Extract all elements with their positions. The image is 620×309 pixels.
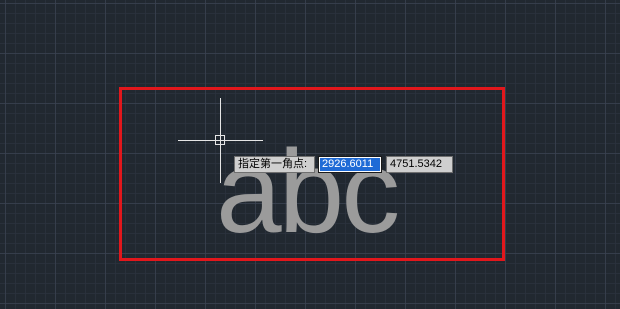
dynamic-input-prompt: 指定第一角点: (234, 156, 315, 173)
y-coordinate-input[interactable]: 4751.5342 (386, 156, 453, 173)
highlight-rectangle (119, 87, 505, 261)
x-coordinate-value: 2926.6011 (320, 158, 380, 171)
pickbox (215, 135, 225, 145)
x-coordinate-input[interactable]: 2926.6011 (318, 156, 382, 173)
drawing-canvas[interactable]: abc 指定第一角点: 2926.6011 4751.5342 (0, 0, 620, 309)
